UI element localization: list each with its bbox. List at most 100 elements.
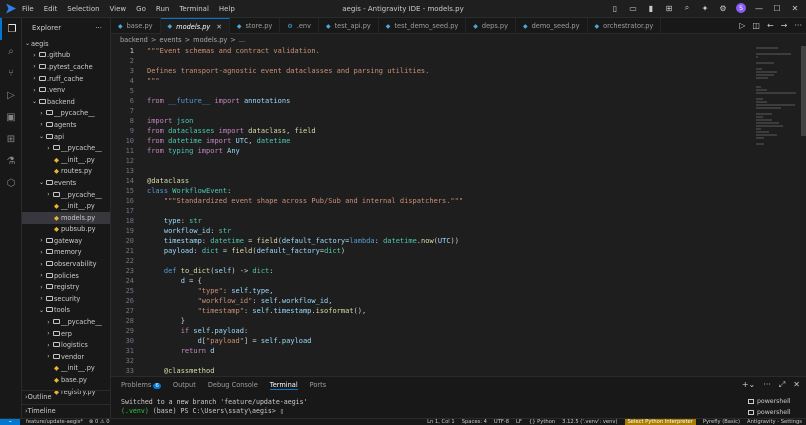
- editor-tab[interactable]: ◆ test_api.py: [319, 18, 379, 34]
- minimap[interactable]: [756, 46, 800, 145]
- folder-item[interactable]: › .pytest_cache: [22, 61, 110, 73]
- file-item[interactable]: ◆ __init__.py: [22, 200, 110, 212]
- folder-item[interactable]: › security: [22, 293, 110, 305]
- tab-problems[interactable]: Problems 6: [121, 381, 161, 389]
- agent-icon[interactable]: ✦: [700, 3, 710, 13]
- remote-indicator-icon[interactable]: ⌁: [0, 419, 20, 425]
- breadcrumb-item[interactable]: events: [159, 36, 181, 44]
- go-back-icon[interactable]: ←: [767, 21, 774, 30]
- go-forward-icon[interactable]: →: [781, 21, 788, 30]
- folder-item[interactable]: › __pycache__: [22, 316, 110, 328]
- containers-icon[interactable]: ⬡: [0, 172, 22, 194]
- folder-item[interactable]: › erp: [22, 328, 110, 340]
- folder-item[interactable]: › policies: [22, 270, 110, 282]
- breadcrumb-item[interactable]: models.py: [193, 36, 227, 44]
- problems-status[interactable]: ⊗ 0 ⚠ 0: [89, 419, 110, 425]
- folder-item[interactable]: › gateway: [22, 235, 110, 247]
- editor-tab[interactable]: ◆ deps.py: [466, 18, 516, 34]
- maximize-panel-icon[interactable]: ⤢: [779, 380, 785, 390]
- search-icon[interactable]: ⌕: [682, 3, 692, 13]
- breadcrumb-item[interactable]: ...: [239, 36, 245, 44]
- menu-go[interactable]: Go: [136, 5, 146, 13]
- folder-item[interactable]: › .venv: [22, 84, 110, 96]
- maximize-icon[interactable]: ☐: [772, 3, 782, 13]
- folder-item[interactable]: › vendor: [22, 351, 110, 363]
- editor-tab[interactable]: ⚙ .env: [280, 18, 319, 34]
- end-of-line[interactable]: LF: [516, 419, 522, 425]
- editor-tab[interactable]: ◆ demo_seed.py: [516, 18, 588, 34]
- folder-item[interactable]: › __pycache__: [22, 108, 110, 120]
- editor-tab[interactable]: ◆ models.py ✕: [160, 18, 230, 34]
- settings-gear-icon[interactable]: ⚙: [718, 3, 728, 13]
- python-version[interactable]: 3.12.5 ('.venv': venv): [562, 419, 617, 425]
- terminal-instance[interactable]: powershell: [748, 396, 794, 407]
- folder-item[interactable]: › .github: [22, 50, 110, 62]
- folder-item[interactable]: › registry: [22, 281, 110, 293]
- pyrefly-status[interactable]: Pyrefly (Basic): [703, 419, 740, 425]
- encoding[interactable]: UTF-8: [494, 419, 509, 425]
- tab-output[interactable]: Output: [173, 381, 196, 389]
- tab-terminal[interactable]: Terminal: [269, 381, 298, 390]
- folder-item[interactable]: › .ruff_cache: [22, 73, 110, 85]
- terminal-instance[interactable]: powershell: [748, 407, 794, 418]
- folder-item[interactable]: ⌄ backend: [22, 96, 110, 108]
- file-item[interactable]: ◆ models.py: [22, 211, 110, 224]
- folder-item[interactable]: › __pycache__: [22, 189, 110, 201]
- file-item[interactable]: ◆ base.py: [22, 374, 110, 386]
- more-actions-icon[interactable]: ···: [794, 21, 802, 30]
- search-view-icon[interactable]: ⌕: [0, 40, 22, 62]
- close-panel-icon[interactable]: ✕: [793, 380, 800, 390]
- explorer-more-icon[interactable]: ···: [95, 24, 102, 32]
- file-item[interactable]: ◆ __init__.py: [22, 154, 110, 166]
- customize-layout-icon[interactable]: ⊞: [664, 3, 674, 13]
- folder-item[interactable]: ⌄ tools: [22, 305, 110, 317]
- editor-tab[interactable]: ◆ store.py: [230, 18, 281, 34]
- menu-run[interactable]: Run: [156, 5, 169, 13]
- outline-section[interactable]: › Outline: [22, 390, 110, 402]
- file-item[interactable]: ◆ __init__.py: [22, 363, 110, 375]
- settings-status[interactable]: Antigravity - Settings: [747, 419, 802, 425]
- toggle-sidebar-icon[interactable]: ▯: [610, 3, 620, 13]
- minimize-icon[interactable]: —: [754, 3, 764, 13]
- folder-item[interactable]: › logistics: [22, 339, 110, 351]
- folder-item[interactable]: › observability: [22, 258, 110, 270]
- folder-item[interactable]: › agents: [22, 119, 110, 131]
- language-mode[interactable]: {} Python: [529, 419, 555, 425]
- terminal-output[interactable]: Switched to a new branch 'feature/update…: [121, 398, 308, 416]
- select-interpreter-button[interactable]: Select Python Interpreter: [624, 419, 696, 425]
- run-python-icon[interactable]: ▷: [739, 21, 745, 30]
- remote-explorer-icon[interactable]: ▣: [0, 106, 22, 128]
- folder-item[interactable]: ⌄ api: [22, 131, 110, 143]
- timeline-section[interactable]: › Timeline: [22, 404, 110, 416]
- tab-ports[interactable]: Ports: [310, 381, 327, 389]
- menu-edit[interactable]: Edit: [44, 5, 58, 13]
- editor-tab[interactable]: ◆ base.py: [111, 18, 161, 34]
- menu-help[interactable]: Help: [219, 5, 235, 13]
- folder-item[interactable]: › memory: [22, 247, 110, 259]
- account-avatar[interactable]: S: [736, 3, 746, 13]
- indentation[interactable]: Spaces: 4: [462, 419, 487, 425]
- run-debug-icon[interactable]: ▷: [0, 84, 22, 106]
- menu-file[interactable]: File: [22, 5, 34, 13]
- cursor-position[interactable]: Ln 1, Col 1: [427, 419, 455, 425]
- file-item[interactable]: ◆ routes.py: [22, 166, 110, 178]
- editor-tab[interactable]: ◆ orchestrator.py: [588, 18, 662, 34]
- source-control-icon[interactable]: ⑂: [0, 62, 22, 84]
- folder-item[interactable]: ⌄ events: [22, 177, 110, 189]
- folder-item[interactable]: › __pycache__: [22, 142, 110, 154]
- tab-debug-console[interactable]: Debug Console: [208, 381, 258, 389]
- toggle-secondary-sidebar-icon[interactable]: ▮: [646, 3, 656, 13]
- file-item[interactable]: ◆ pubsub.py: [22, 224, 110, 236]
- editor-tab[interactable]: ◆ test_demo_seed.py: [379, 18, 467, 34]
- code-editor[interactable]: 1 """Event schemas and contract validatio…: [111, 46, 806, 376]
- explorer-icon[interactable]: ❐: [0, 18, 22, 40]
- menu-terminal[interactable]: Terminal: [179, 5, 209, 13]
- panel-more-icon[interactable]: ···: [763, 380, 771, 390]
- close-icon[interactable]: ✕: [790, 3, 800, 13]
- toggle-panel-icon[interactable]: ▭: [628, 3, 638, 13]
- editor-scrollbar[interactable]: [801, 46, 806, 136]
- git-branch[interactable]: feature/update-aegis*: [26, 419, 83, 425]
- menu-view[interactable]: View: [110, 5, 127, 13]
- tab-close-icon[interactable]: ✕: [216, 23, 222, 31]
- split-editor-icon[interactable]: ◫: [752, 21, 760, 30]
